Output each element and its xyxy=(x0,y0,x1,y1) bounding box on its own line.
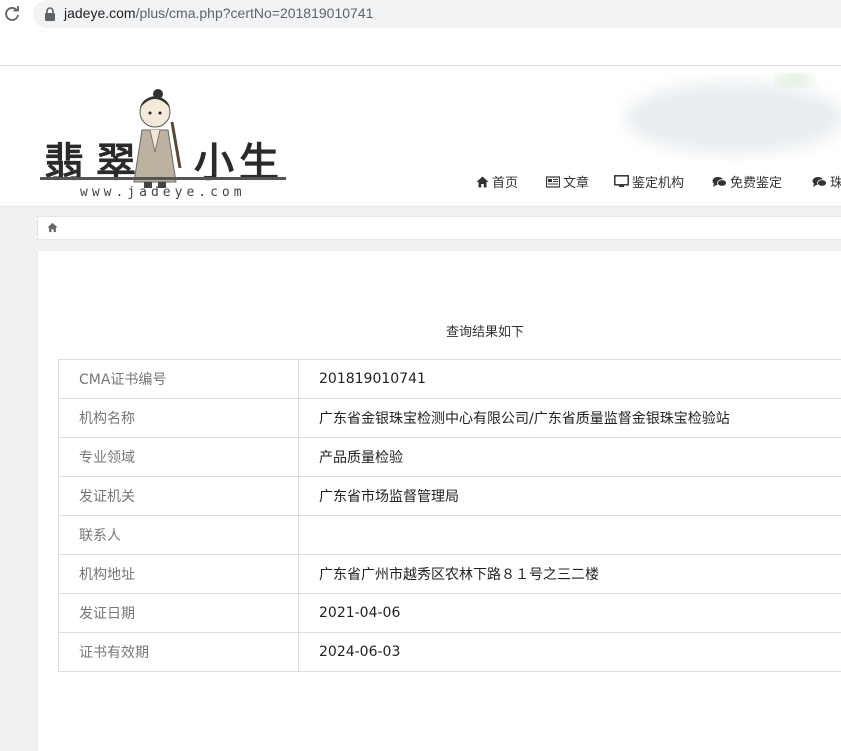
field-label: CMA证书编号 xyxy=(59,360,299,399)
url-text[interactable]: jadeye.com/plus/cma.php?certNo=201819010… xyxy=(64,5,373,21)
nav-item-free-appraisal[interactable]: 免费鉴定 xyxy=(712,172,782,191)
newspaper-icon xyxy=(546,176,560,188)
table-row: 机构地址广东省广州市越秀区农林下路８１号之三二楼 xyxy=(59,555,841,594)
field-value: 产品质量检验 xyxy=(299,438,841,477)
nav-item-articles[interactable]: 文章 xyxy=(546,172,589,191)
table-row: 联系人 xyxy=(59,516,841,555)
table-row: 发证机关广东省市场监督管理局 xyxy=(59,477,841,516)
result-panel: 查询结果如下 CMA证书编号201819010741机构名称广东省金银珠宝检测中… xyxy=(37,251,841,751)
reload-icon[interactable] xyxy=(3,5,21,23)
field-value: 201819010741 xyxy=(299,360,841,399)
field-value: 2024-06-03 xyxy=(299,633,841,672)
url-domain: jadeye.com xyxy=(64,5,136,21)
site-header: 翡 翠 小 生 www.jadeye.com 首页 xyxy=(0,66,841,207)
field-value: 广东省金银珠宝检测中心有限公司/广东省质量监督金银珠宝检验站 xyxy=(299,399,841,438)
field-value: 广东省广州市越秀区农林下路８１号之三二楼 xyxy=(299,555,841,594)
cert-info-table: CMA证书编号201819010741机构名称广东省金银珠宝检测中心有限公司/广… xyxy=(58,359,841,672)
table-row: CMA证书编号201819010741 xyxy=(59,360,841,399)
breadcrumb xyxy=(37,216,841,240)
table-row: 专业领域产品质量检验 xyxy=(59,438,841,477)
url-path: /plus/cma.php?certNo=201819010741 xyxy=(136,5,374,21)
lock-icon[interactable] xyxy=(44,7,56,21)
nav-item-home[interactable]: 首页 xyxy=(476,172,518,191)
table-row: 发证日期2021-04-06 xyxy=(59,594,841,633)
comments-icon xyxy=(812,176,827,188)
nav-item-label: 珠 xyxy=(830,172,841,191)
field-label: 证书有效期 xyxy=(59,633,299,672)
toolbar-spacer xyxy=(0,30,841,66)
field-label: 发证机关 xyxy=(59,477,299,516)
main-nav: 首页 文章 鉴定机构 免费鉴定 xyxy=(0,172,841,198)
field-label: 机构地址 xyxy=(59,555,299,594)
nav-item-label: 文章 xyxy=(563,172,589,191)
result-title: 查询结果如下 xyxy=(38,321,841,340)
home-icon[interactable] xyxy=(47,222,58,233)
table-row: 机构名称广东省金银珠宝检测中心有限公司/广东省质量监督金银珠宝检验站 xyxy=(59,399,841,438)
home-icon xyxy=(476,176,489,188)
field-label: 联系人 xyxy=(59,516,299,555)
field-value: 2021-04-06 xyxy=(299,594,841,633)
comments-icon xyxy=(712,176,727,188)
nav-item-jewelry[interactable]: 珠 xyxy=(812,172,841,191)
field-value xyxy=(299,516,841,555)
nav-item-institutions[interactable]: 鉴定机构 xyxy=(614,172,684,191)
field-label: 机构名称 xyxy=(59,399,299,438)
nav-item-label: 鉴定机构 xyxy=(632,172,684,191)
field-value: 广东省市场监督管理局 xyxy=(299,477,841,516)
field-label: 发证日期 xyxy=(59,594,299,633)
field-label: 专业领域 xyxy=(59,438,299,477)
table-row: 证书有效期2024-06-03 xyxy=(59,633,841,672)
monitor-icon xyxy=(614,175,629,188)
nav-item-label: 首页 xyxy=(492,172,518,191)
nav-item-label: 免费鉴定 xyxy=(730,172,782,191)
header-decoration xyxy=(615,72,841,164)
browser-address-bar: jadeye.com/plus/cma.php?certNo=201819010… xyxy=(0,0,841,30)
